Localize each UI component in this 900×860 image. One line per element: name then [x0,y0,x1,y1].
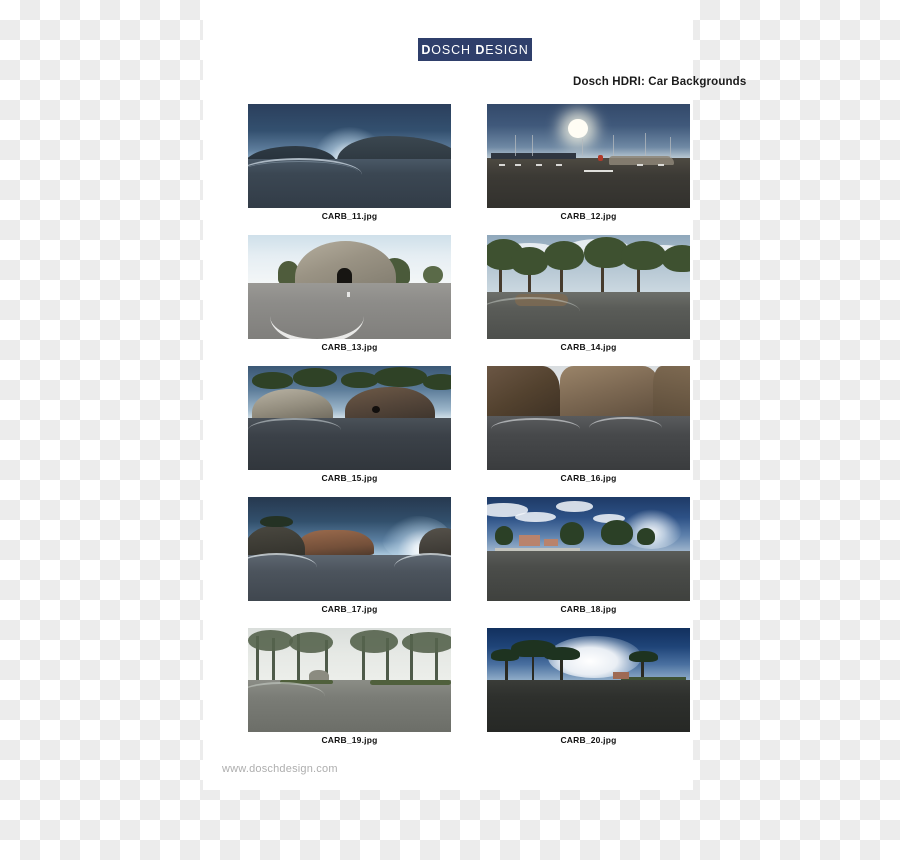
thumbnail-caption: CARB_18.jpg [560,604,617,614]
thumbnail-caption: CARB_16.jpg [560,473,617,483]
logo-osch: OSCH [431,42,476,57]
tree-canopy [248,630,293,651]
tree [600,519,634,545]
pine-tree [341,372,378,388]
thumbnail-image-carb-13[interactable] [248,235,451,339]
light-pole [531,135,533,156]
thumbnail-grid: CARB_11.jpg CARB_12.jpg CARB_13.jpg CARB… [248,104,690,745]
tree [637,528,656,545]
low-wall [495,547,581,552]
road-marking [347,292,350,298]
horizon-buildings [491,152,577,160]
canyon-wall-right [653,366,690,421]
thumbnail-image-carb-14[interactable] [487,235,690,339]
thumbnail-item-carb-17[interactable]: CARB_17.jpg [248,497,451,614]
product-title: Dosch HDRI: Car Backgrounds [573,76,747,88]
thumbnail-caption: CARB_12.jpg [560,211,617,221]
canyon-wall-middle [560,366,658,424]
building [519,535,540,546]
building [612,671,630,679]
umbrella-pine [543,646,581,661]
thumbnail-item-carb-16[interactable]: CARB_16.jpg [487,366,690,483]
thumbnail-item-carb-15[interactable]: CARB_15.jpg [248,366,451,483]
logo-d1: D [421,42,432,57]
tree-canopy [402,632,451,653]
tree-canopy [620,241,666,271]
thumbnail-image-carb-15[interactable] [248,366,451,470]
thumbnail-item-carb-14[interactable]: CARB_14.jpg [487,235,690,352]
thumbnail-image-carb-18[interactable] [487,497,690,601]
lane-dash [515,164,522,167]
thumbnail-item-carb-13[interactable]: CARB_13.jpg [248,235,451,352]
thumbnail-image-carb-16[interactable] [487,366,690,470]
thumbnail-image-carb-17[interactable] [248,497,451,601]
sky-layer [487,104,690,159]
light-pole [582,139,584,156]
gallery-row: CARB_19.jpg CARB_20.jpg [248,628,690,745]
grass-verge [369,680,451,686]
tree-canopy [511,247,548,275]
thumbnail-caption: CARB_19.jpg [321,735,378,745]
footer-website-url[interactable]: www.doschdesign.com [222,763,338,775]
pine-tree [292,368,338,387]
pine-tree [422,374,451,390]
tree [495,526,514,545]
thumbnail-image-carb-20[interactable] [487,628,690,732]
lane-dash [499,164,506,167]
tree-canopy [260,515,293,528]
asphalt-ground [487,680,690,732]
lane-dash [657,164,664,167]
gallery-row: CARB_13.jpg CARB_14.jpg [248,235,690,352]
thumbnail-image-carb-19[interactable] [248,628,451,732]
tree-canopy [543,241,585,271]
thumbnail-item-carb-20[interactable]: CARB_20.jpg [487,628,690,745]
thumbnail-caption: CARB_13.jpg [321,342,378,352]
thumbnail-item-carb-12[interactable]: CARB_12.jpg [487,104,690,221]
light-pole [612,135,614,156]
red-hydrant [597,154,603,162]
thumbnail-caption: CARB_20.jpg [560,735,617,745]
white-road-arc [270,316,363,339]
gallery-row: CARB_17.jpg CARB_18.jpg [248,497,690,614]
building [543,538,559,546]
thumbnail-image-carb-12[interactable] [487,104,690,208]
cloud [515,511,556,522]
pine-tree [252,372,293,389]
logo-text: DOSCH DESIGN [421,43,528,57]
lane-dash [535,164,542,167]
umbrella-pine [629,650,658,663]
thumbnail-item-carb-18[interactable]: CARB_18.jpg [487,497,690,614]
thumbnail-caption: CARB_17.jpg [321,604,378,614]
thumbnail-image-carb-11[interactable] [248,104,451,208]
lane-dash [556,164,563,167]
thumbnail-caption: CARB_11.jpg [321,211,378,221]
cave-hollow [371,405,380,413]
thumbnail-item-carb-19[interactable]: CARB_19.jpg [248,628,451,745]
thumbnail-caption: CARB_15.jpg [321,473,378,483]
tree-far-right [422,266,443,284]
light-pole [515,135,517,156]
red-cliff-middle [296,530,374,556]
tree [560,521,585,545]
gallery-row: CARB_15.jpg CARB_16.jpg [248,366,690,483]
logo-d2: D [475,42,486,57]
light-pole [645,133,647,156]
tree-canopy [349,630,399,653]
thumbnail-caption: CARB_14.jpg [560,342,617,352]
gallery-row: CARB_11.jpg CARB_12.jpg [248,104,690,221]
thumbnail-item-carb-11[interactable]: CARB_11.jpg [248,104,451,221]
parking-stripe [584,169,613,173]
tree-canopy [288,632,334,653]
asphalt-ground [487,551,690,601]
pine-tree [373,367,427,387]
cloud [556,501,593,512]
dosch-design-logo[interactable]: DOSCH DESIGN [418,38,532,61]
lane-dash [637,164,644,167]
tunnel-entrance [337,268,352,283]
logo-esign: ESIGN [485,42,529,57]
light-pole [669,137,671,159]
